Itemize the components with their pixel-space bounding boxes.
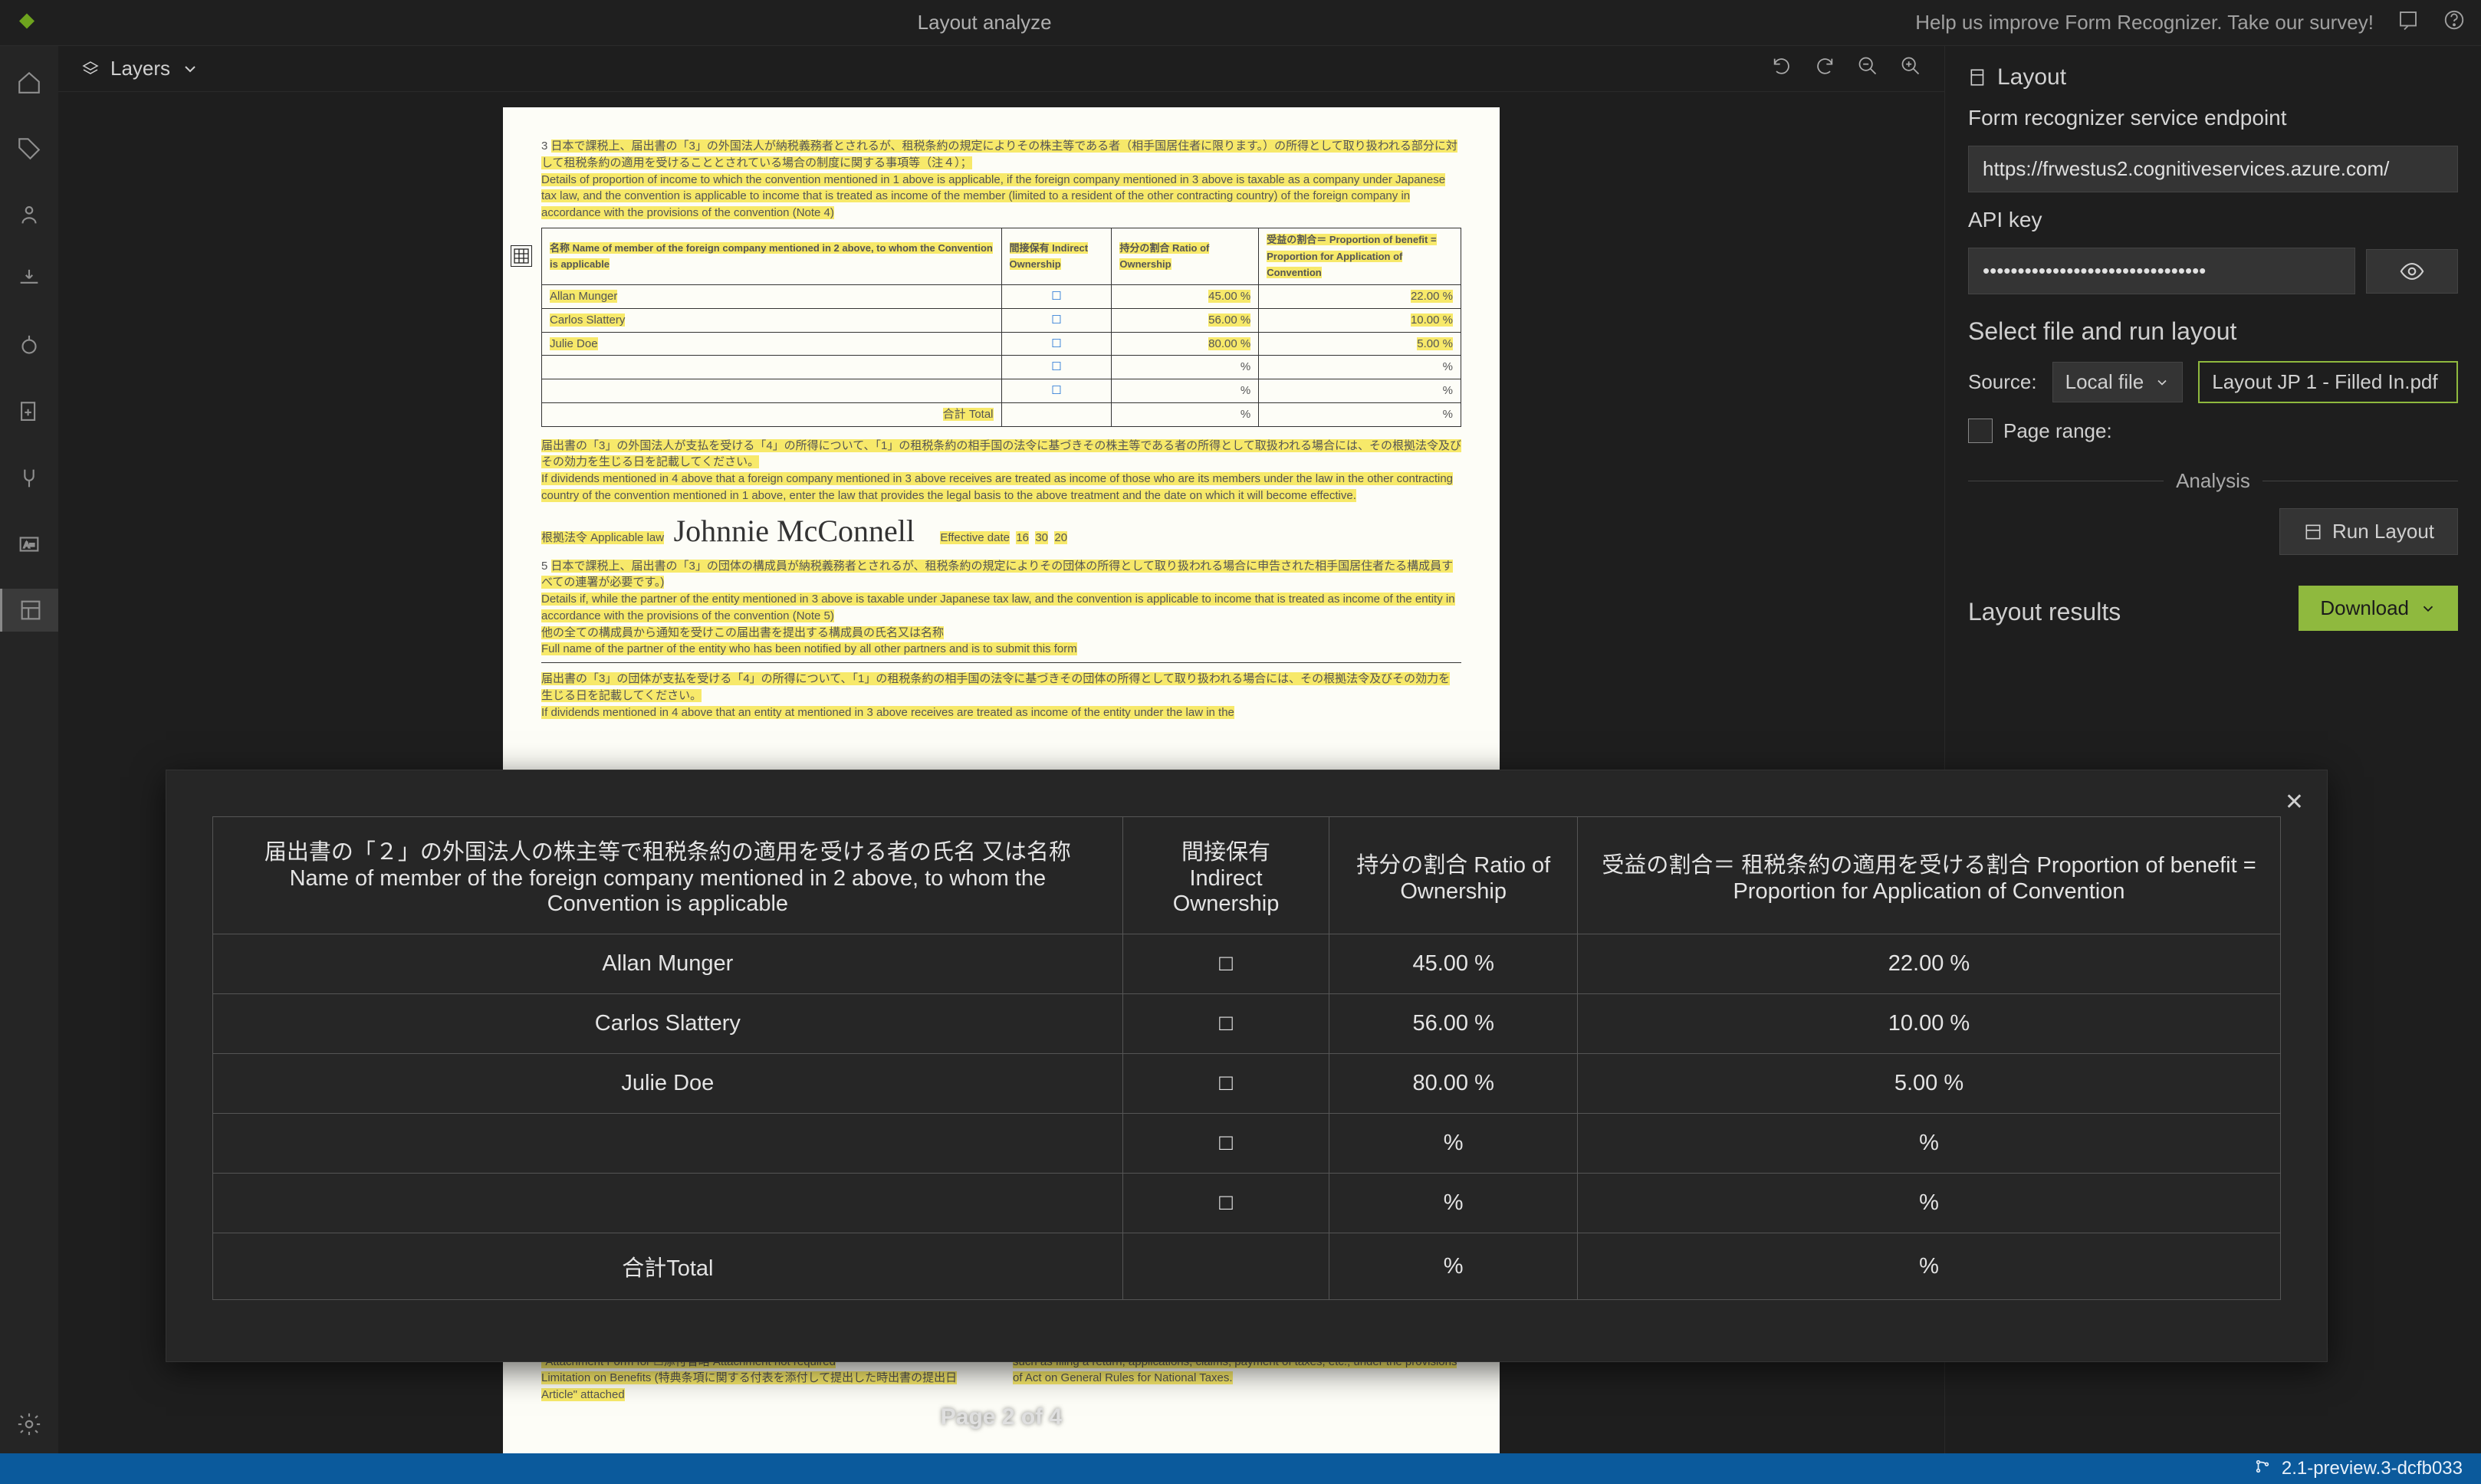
nav-tag[interactable] [0,127,58,170]
doc-embedded-table: 名称 Name of member of the foreign company… [541,228,1461,427]
layout-results-heading: Layout results [1968,598,2121,626]
layers-dropdown[interactable]: Layers [81,57,199,80]
nav-model[interactable] [0,193,58,236]
file-name-field[interactable]: Layout JP 1 - Filled In.pdf [2198,361,2458,403]
app-title: Layout analyze [54,11,1915,34]
branch-icon [2254,1458,2271,1480]
table-header: 受益の割合＝ 租税条約の適用を受ける割合 Proportion of benef… [1578,817,2281,934]
source-label: Source: [1968,370,2037,394]
nav-text[interactable]: A= [0,523,58,566]
table-header: 持分の割合 Ratio of Ownership [1329,817,1578,934]
app-logo-icon [15,11,38,34]
table-header: 届出書の「２」の外国法人の株主等で租税条約の適用を受ける者の氏名 又は名称 Na… [213,817,1123,934]
title-bar: Layout analyze Help us improve Form Reco… [0,0,2481,46]
layers-label: Layers [110,57,170,80]
table-row: 合計Total%% [213,1233,2281,1300]
nav-analyze[interactable] [0,325,58,368]
nav-settings[interactable] [0,1410,58,1453]
endpoint-input[interactable] [1968,146,2458,192]
survey-link[interactable]: Help us improve Form Recognizer. Take ou… [1915,11,2374,34]
nav-compose[interactable] [0,259,58,302]
nav-home[interactable] [0,61,58,104]
rotate-left-icon[interactable] [1771,55,1793,82]
close-icon[interactable]: ✕ [2285,789,2304,816]
source-select[interactable]: Local file [2052,362,2184,402]
extracted-table: 届出書の「２」の外国法人の株主等で租税条約の適用を受ける者の氏名 又は名称 Na… [212,816,2281,1300]
page-range-checkbox[interactable] [1968,419,1993,443]
table-marker-icon[interactable] [511,245,532,267]
page-range-label: Page range: [2003,419,2112,443]
left-nav: A= [0,46,58,1453]
analysis-label: Analysis [2176,469,2250,493]
version-text: 2.1-preview.3-dcfb033 [2282,1458,2463,1479]
doc-text: 届出書の「3」の外国法人が支払を受ける「4」の所得について、「1」の租税条約の相… [541,439,1461,469]
doc-text: 日本で課税上、届出書の「3」の外国法人が納税義務者とされるが、租税条約の規定によ… [541,140,1457,169]
doc-text: If dividends mentioned in 4 above that a… [541,472,1453,502]
nav-layout[interactable] [0,589,58,632]
table-row: Julie Doe□80.00 %5.00 % [213,1054,2281,1114]
table-row: Carlos Slattery□56.00 %10.00 % [213,994,2281,1054]
panel-title: Layout [1968,64,2458,90]
doc-text: Details of proportion of income to which… [541,173,1445,220]
table-header: 間接保有 Indirect Ownership [1122,817,1329,934]
endpoint-label: Form recognizer service endpoint [1968,106,2458,130]
feedback-icon[interactable] [2397,8,2420,37]
rotate-right-icon[interactable] [1814,55,1835,82]
canvas-toolbar: Layers [58,46,1944,92]
table-row: □%% [213,1114,2281,1174]
svg-text:A=: A= [24,540,35,550]
table-row: □%% [213,1174,2281,1233]
help-icon[interactable] [2443,8,2466,37]
status-bar: 2.1-preview.3-dcfb033 [0,1453,2481,1484]
zoom-out-icon[interactable] [1857,55,1878,82]
nav-connect[interactable] [0,457,58,500]
select-file-heading: Select file and run layout [1968,317,2458,346]
table-result-modal: ✕ 届出書の「２」の外国法人の株主等で租税条約の適用を受ける者の氏名 又は名称 … [166,770,2328,1362]
nav-new-doc[interactable] [0,391,58,434]
table-row: Allan Munger□45.00 %22.00 % [213,934,2281,994]
zoom-in-icon[interactable] [1900,55,1921,82]
run-layout-button[interactable]: Run Layout [2279,508,2458,555]
page-number: Page 2 of 4 [941,1400,1062,1434]
apikey-label: API key [1968,208,2458,232]
signature: Johnnie McConnell [674,509,915,553]
download-button[interactable]: Download [2299,586,2458,631]
apikey-input[interactable] [1968,248,2355,294]
reveal-password-button[interactable] [2366,249,2458,294]
